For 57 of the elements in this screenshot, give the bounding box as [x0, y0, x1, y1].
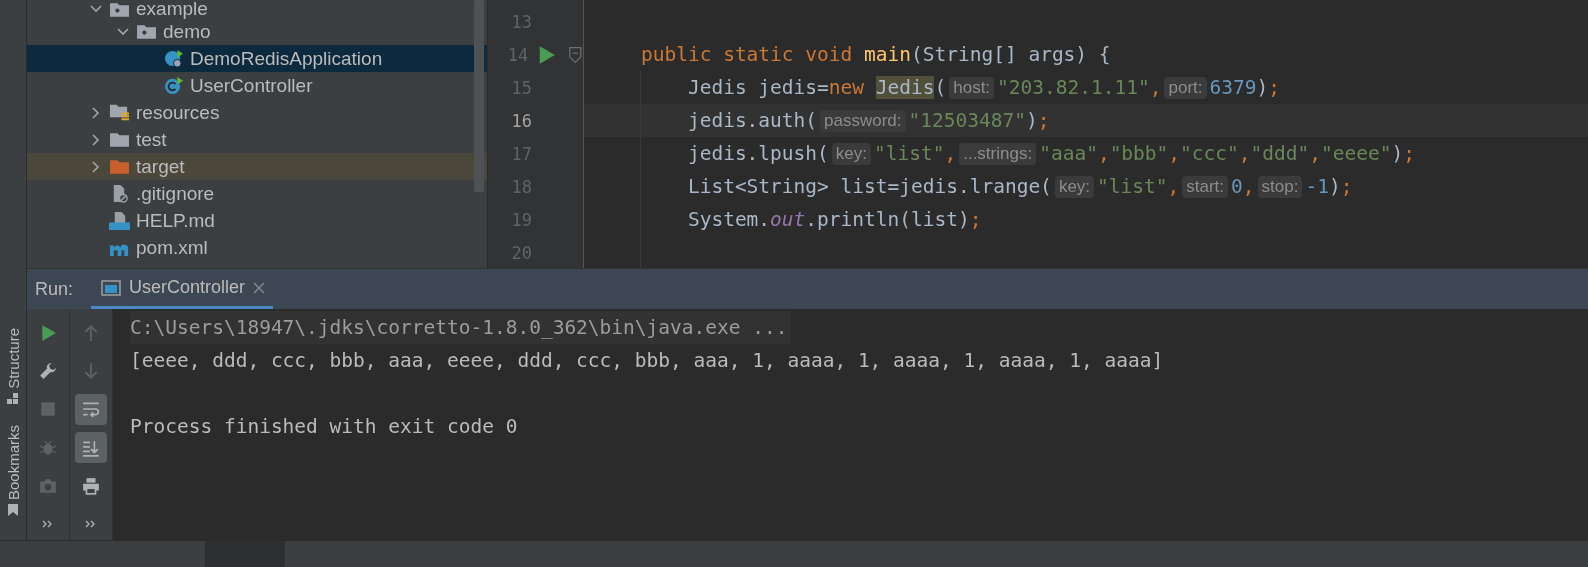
parameter-hint: password:	[820, 109, 906, 132]
tree-item[interactable]: test	[27, 126, 487, 153]
line-number: 16	[510, 110, 532, 131]
code-line: Jedis jedis=new Jedis( host: "203.82.1.11", port: 6379);	[686, 75, 1281, 101]
scroll-to-end-icon	[82, 438, 100, 457]
parameter-hint: port:	[1164, 76, 1207, 99]
bookmark-icon	[7, 504, 19, 516]
code-line: System.out.println(list);	[686, 207, 983, 233]
bug-icon	[39, 438, 57, 457]
console-output: [eeee, ddd, ccc, bbb, aaa, eeee, ddd, ccc, bbb, aaa, 1, aaaa, 1, aaaa, 1, aaaa, 1, aaaa]	[130, 348, 1164, 374]
markdown-file-icon	[109, 211, 130, 230]
up-arrow-icon	[82, 323, 100, 342]
tree-item[interactable]: demo	[27, 18, 487, 45]
console-status: Process finished with exit code 0	[130, 414, 518, 440]
down-arrow-icon	[82, 362, 100, 380]
toolbar-button[interactable]	[75, 393, 107, 425]
parameter-hint: host:	[949, 76, 995, 99]
class-icon	[163, 76, 184, 95]
parameter-hint: start:	[1182, 175, 1229, 198]
structure-icon	[7, 392, 19, 405]
more-icon	[85, 519, 97, 530]
class-icon	[163, 49, 184, 68]
parameter-hint: key:	[1054, 175, 1095, 198]
tool-window-tab[interactable]: Bookmarks	[4, 424, 22, 500]
more-icon	[42, 519, 54, 530]
resources-folder-icon	[109, 103, 130, 122]
parameter-hint: stop:	[1257, 175, 1303, 198]
folder-icon	[109, 130, 130, 149]
tree-item[interactable]: resources	[27, 99, 487, 126]
tree-item[interactable]: HELP.md	[27, 207, 487, 234]
parameter-hint: key:	[831, 142, 871, 165]
wrench-icon	[39, 362, 57, 380]
fold-icon[interactable]	[568, 44, 583, 65]
soft-wrap-icon	[82, 400, 100, 419]
console-command: C:\Users\18947\.jdks\corretto-1.8.0_362\bin\java.exe ...	[130, 311, 792, 344]
code-line: List<String> list=jedis.lrange( key: "list", start: 0, stop: -1);	[686, 174, 1354, 200]
parameter-hint: ...strings:	[959, 142, 1037, 165]
tree-item[interactable]: target	[27, 153, 487, 180]
package-folder-icon	[136, 22, 157, 41]
toolbar-button[interactable]	[75, 432, 107, 464]
code-line: public static void main(String[] args) {	[639, 42, 1112, 68]
camera-icon	[39, 476, 57, 495]
tree-item[interactable]: pom.xml	[27, 234, 487, 261]
tree-item[interactable]: .gitignore	[27, 180, 487, 207]
print-icon	[82, 476, 100, 495]
window-icon	[101, 279, 122, 296]
folder-icon	[109, 157, 130, 176]
tree-item[interactable]: example	[27, 0, 487, 18]
tree-item[interactable]: UserController	[27, 72, 487, 99]
tool-window-tab[interactable]: Structure	[4, 328, 22, 389]
tree-item[interactable]: DemoRedisApplication	[27, 45, 487, 72]
panel-label: Run:	[35, 278, 74, 300]
run-icon	[39, 323, 57, 342]
scrollbar[interactable]	[474, 0, 484, 192]
stop-icon	[39, 400, 57, 419]
code-line: jedis.lpush( key: "list", ...strings: "aaa","bbb","ccc","ddd","eeee");	[686, 141, 1416, 167]
close-icon[interactable]	[253, 281, 266, 294]
